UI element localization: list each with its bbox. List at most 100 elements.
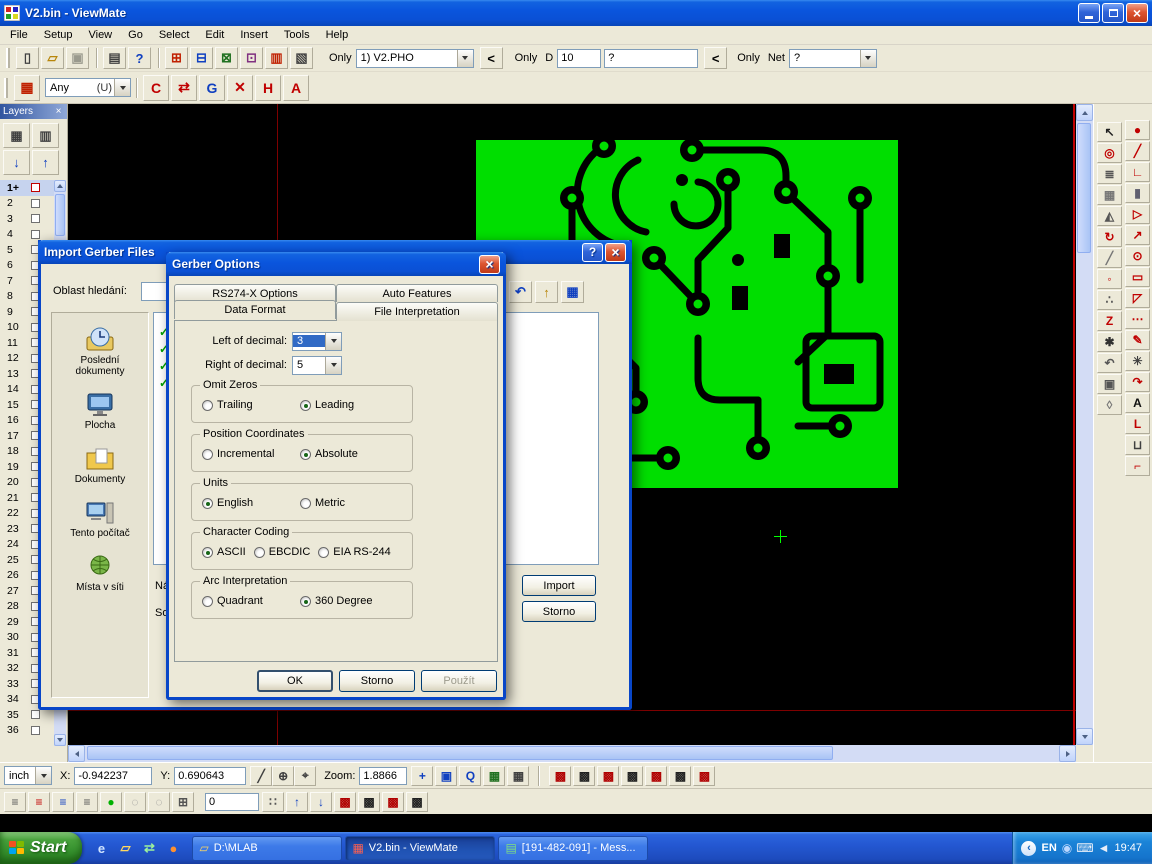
dot-grid-icon[interactable]: ∷ — [262, 792, 284, 812]
task-mlab[interactable]: ▱D:\MLAB — [192, 836, 342, 861]
toolbar-grip[interactable] — [4, 78, 8, 98]
g-code-icon[interactable]: G — [199, 75, 225, 101]
filter-icon[interactable]: ▥ — [265, 47, 288, 69]
query-icon[interactable]: ▧ — [290, 47, 313, 69]
settings-gear-icon[interactable]: ✱ — [1097, 332, 1122, 352]
measure-diag-icon[interactable]: ╱ — [1097, 248, 1122, 268]
apply-button[interactable]: Použít — [421, 670, 497, 692]
radio-quadrant[interactable]: Quadrant — [202, 595, 284, 607]
left-decimal-combo[interactable]: 3 — [292, 332, 342, 351]
polygon-icon[interactable]: ▷ — [1125, 204, 1150, 224]
chevron-down-icon[interactable] — [457, 50, 473, 67]
z-order-icon[interactable]: Z — [1097, 311, 1122, 331]
place-network[interactable]: Místa v síti — [52, 552, 148, 593]
tab-file-interpretation[interactable]: File Interpretation — [336, 302, 498, 321]
highlight-d-icon[interactable]: ⊞ — [165, 47, 188, 69]
import-cancel-button[interactable]: Storno — [522, 601, 596, 622]
toolbar-grip[interactable] — [6, 48, 10, 68]
place-documents[interactable]: Dokumenty — [52, 444, 148, 485]
layer-color-box[interactable] — [31, 726, 40, 735]
dcode-name-field[interactable]: ? — [604, 49, 698, 68]
radio-incremental[interactable]: Incremental — [202, 448, 284, 460]
scroll-up-icon[interactable] — [54, 180, 66, 192]
radio-ebcdic[interactable]: EBCDIC — [254, 546, 311, 558]
text-a-icon[interactable]: A — [283, 75, 309, 101]
pattern-b-icon[interactable]: ▩ — [358, 792, 380, 812]
save-icon[interactable]: ▣ — [66, 47, 89, 69]
snap-grid-icon[interactable]: ▣ — [1097, 374, 1122, 394]
target-icon[interactable]: ⌖ — [294, 766, 316, 786]
menu-item-file[interactable]: File — [2, 27, 36, 43]
menu-item-help[interactable]: Help — [318, 27, 357, 43]
import-button[interactable]: Import — [522, 575, 596, 596]
origin-icon[interactable]: ⊕ — [272, 766, 294, 786]
keyboard-tray-icon[interactable]: ⌨ — [1076, 841, 1093, 855]
radio-metric[interactable]: Metric — [300, 497, 382, 509]
layer-color-box[interactable] — [31, 214, 40, 223]
undo-icon[interactable]: ↶ — [1097, 353, 1122, 373]
window-grid-icon[interactable]: ⊞ — [172, 792, 194, 812]
swap-icon[interactable]: ⇄ — [171, 75, 197, 101]
close-icon[interactable] — [53, 106, 64, 117]
circle-center-icon[interactable]: ⊙ — [1125, 246, 1150, 266]
scroll-right-icon[interactable] — [1059, 745, 1076, 762]
pad-pattern-4-icon[interactable]: ▩ — [621, 766, 643, 786]
layer-combo[interactable]: 1) V2.PHO — [356, 49, 474, 68]
stack-4-icon[interactable]: ≡ — [76, 792, 98, 812]
mirror-icon[interactable]: ◭ — [1097, 206, 1122, 226]
filled-rect-icon[interactable]: ▮ — [1125, 183, 1150, 203]
pattern-d-icon[interactable]: ▩ — [406, 792, 428, 812]
menu-item-view[interactable]: View — [80, 27, 120, 43]
language-indicator[interactable]: EN — [1041, 842, 1056, 854]
menu-item-setup[interactable]: Setup — [36, 27, 81, 43]
polyline-icon[interactable]: ∟ — [1125, 162, 1150, 182]
pointer-icon[interactable]: ↖ — [1097, 122, 1122, 142]
right-decimal-combo[interactable]: 5 — [292, 356, 342, 375]
view-menu-icon[interactable]: ▦ — [561, 281, 584, 303]
radio-leading[interactable]: Leading — [300, 399, 382, 411]
highlight-g-icon[interactable]: ⊠ — [215, 47, 238, 69]
volume-tray-icon[interactable]: ◄ — [1098, 841, 1110, 855]
tray-chevron-icon[interactable]: ‹ — [1021, 841, 1036, 856]
pad-pattern-7-icon[interactable]: ▩ — [693, 766, 715, 786]
window-titlebar[interactable]: V2.bin - ViewMate — [0, 0, 1152, 26]
open-folder-icon[interactable]: ▱ — [41, 47, 64, 69]
highlight-t-icon[interactable]: ⊟ — [190, 47, 213, 69]
pattern-c-icon[interactable]: ▩ — [382, 792, 404, 812]
vector-icon[interactable]: ↗ — [1125, 225, 1150, 245]
pad-pattern-6-icon[interactable]: ▩ — [669, 766, 691, 786]
move-down-icon[interactable]: ↓ — [3, 150, 30, 175]
menu-item-select[interactable]: Select — [151, 27, 198, 43]
diamond-icon[interactable]: ◊ — [1097, 395, 1122, 415]
small-circle-icon[interactable]: ◦ — [1097, 269, 1122, 289]
minimize-button[interactable] — [1078, 3, 1100, 23]
scroll-up-icon[interactable] — [1076, 104, 1093, 121]
grid-table-icon[interactable]: ▦ — [483, 766, 505, 786]
vertical-scrollbar[interactable] — [1076, 104, 1093, 745]
dashed-line-icon[interactable]: ⋯ — [1125, 309, 1150, 329]
chevron-down-icon[interactable] — [325, 333, 341, 350]
arc-icon[interactable]: ↷ — [1125, 372, 1150, 392]
stack-3-icon[interactable]: ≡ — [52, 792, 74, 812]
tab-data-format[interactable]: Data Format — [174, 300, 336, 319]
rotate-icon[interactable]: ↻ — [1097, 227, 1122, 247]
l-shape-icon[interactable]: L — [1125, 414, 1150, 434]
task-message[interactable]: ▤[191-482-091] - Mess... — [498, 836, 648, 861]
chamfer-icon[interactable]: ◸ — [1125, 288, 1150, 308]
chevron-down-icon[interactable] — [325, 357, 341, 374]
nudge-up-icon[interactable]: ↑ — [286, 792, 308, 812]
dcode-value-field[interactable]: 10 — [557, 49, 601, 68]
redraw-icon[interactable]: ◎ — [1097, 143, 1122, 163]
chevron-down-icon[interactable] — [35, 767, 51, 784]
layer-list-icon[interactable]: ▥ — [32, 123, 59, 148]
scroll-thumb[interactable] — [55, 194, 65, 236]
text-icon[interactable]: A — [1125, 393, 1150, 413]
sync-icon[interactable]: ⇄ — [139, 838, 159, 858]
layer-row[interactable]: 36 — [0, 723, 54, 739]
zoom-window-icon[interactable]: ▣ — [435, 766, 457, 786]
folder-quick-icon[interactable]: ▱ — [115, 838, 135, 858]
pad-pattern-3-icon[interactable]: ▩ — [597, 766, 619, 786]
layers-order-icon[interactable]: ≣ — [1097, 164, 1122, 184]
menu-item-go[interactable]: Go — [120, 27, 151, 43]
scroll-left-icon[interactable] — [68, 745, 85, 762]
